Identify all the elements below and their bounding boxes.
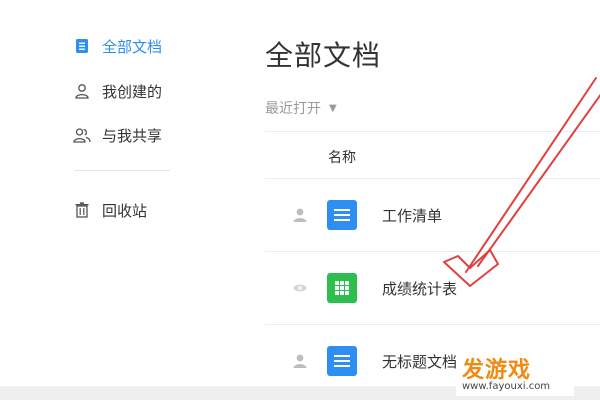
file-name: 工作清单 [382,207,443,225]
sort-label: 最近打开 [265,101,321,117]
sidebar-item-label: 我创建的 [102,82,163,101]
file-row[interactable]: 工作清单 [265,179,600,252]
sidebar-item-shared-with-me[interactable]: 与我共享 [72,124,162,146]
trash-icon [72,200,92,220]
shared-users-icon [72,125,92,145]
sort-dropdown[interactable]: 最近打开 ▼ [265,98,337,118]
sidebar-item-all-documents[interactable]: 全部文档 [72,35,162,57]
sidebar-item-label: 与我共享 [102,126,163,145]
app-window: 全部文档 我创建的 与我共享 回收站 全部文档 最近打开 ▼ 名称 工作清单 成… [0,0,600,398]
sidebar-item-label: 全部文档 [102,37,163,56]
user-icon [292,353,308,369]
sidebar-item-created-by-me[interactable]: 我创建的 [72,80,162,102]
user-icon [72,81,92,101]
watermark-text-main: 发游戏 [462,358,532,383]
sidebar-item-label: 回收站 [102,201,148,220]
file-list-header: 名称 [265,131,600,179]
chevron-down-icon: ▼ [329,102,337,114]
main-content: 全部文档 最近打开 ▼ 名称 工作清单 成绩统计表 无标题文档 [265,0,600,398]
file-row[interactable]: 成绩统计表 [265,252,600,325]
doc-file-icon [327,200,357,230]
sheet-file-icon [327,273,357,303]
watermark-logo: 发游戏 www.fayouxi.com [456,350,574,396]
file-name: 无标题文档 [382,353,458,371]
watermark-text: 发游戏 [462,352,531,384]
watermark-url: www.fayouxi.com [462,381,551,392]
user-icon [292,207,308,223]
sidebar-item-trash[interactable]: 回收站 [72,199,147,221]
eye-icon [292,280,308,296]
page-title: 全部文档 [265,39,382,72]
sidebar-divider [74,170,170,171]
documents-icon [72,36,92,56]
sidebar: 全部文档 我创建的 与我共享 回收站 [0,0,230,386]
column-header-name[interactable]: 名称 [328,147,356,167]
file-name: 成绩统计表 [382,280,458,298]
doc-file-icon [327,346,357,376]
